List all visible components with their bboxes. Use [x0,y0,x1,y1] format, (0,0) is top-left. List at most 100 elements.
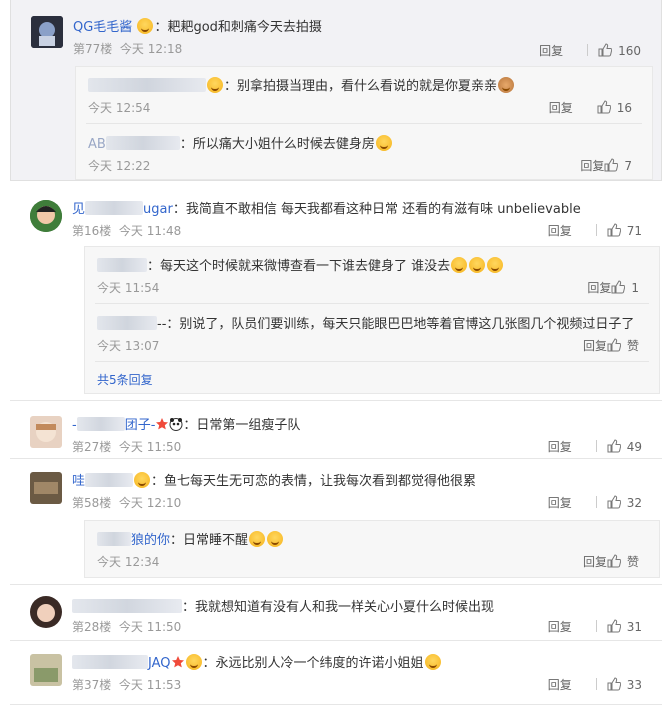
comment-actions: 回复 32 [548,494,642,511]
like-count: 71 [626,224,642,238]
comment-line: - 团子- ：日常第一组瘦子队 [72,414,300,433]
reply-time: 今天 12:22 [88,159,151,173]
comment-meta: 第27楼 今天 11:50 [72,438,181,455]
reply-text: ：日常睡不醒 [170,533,249,548]
thumbs-up-icon[interactable] [604,158,619,172]
thumbs-up-icon[interactable] [607,619,621,633]
like-count: 160 [618,44,641,58]
dog-emoji-icon [498,77,515,93]
avatar[interactable] [30,472,62,504]
thumbs-up-icon[interactable] [598,43,613,57]
reply-button[interactable]: 回复 [548,224,572,238]
timestamp: 今天 12:10 [118,496,182,510]
reply-actions: 回复 16 [549,99,632,116]
thumbs-up-icon[interactable] [611,280,626,294]
floor-number: 第27楼 [72,440,112,454]
username[interactable]: 狼的你 [131,533,170,548]
reply-time: 今天 13:07 [97,339,160,353]
like-count: 1 [631,281,639,295]
divider [595,440,597,452]
reply-button[interactable]: 回复 [548,678,572,692]
blurred-username [72,655,148,669]
panda-emoji-icon [169,418,183,431]
reply-button[interactable]: 回复 [548,620,572,634]
username-tail[interactable]: ugar [143,202,173,217]
comment-text: ：我就想知道有没有人和我一样关心小夏什么时候出现 [182,600,495,615]
reply-button[interactable]: 回复 [583,555,607,569]
comment-actions: 回复 49 [548,438,642,455]
floor-number: 第16楼 [72,224,112,238]
username-tail[interactable]: 团子- [125,418,156,433]
avatar[interactable] [30,654,62,686]
comment-actions: 回复 71 [548,222,642,239]
floor-number: 第58楼 [72,496,112,510]
laugh-cry-emoji-icon [267,531,284,547]
comment-item: 见 ugar：我简直不敢相信 每天我都看这种日常 还看的有滋有味 unbeliev… [10,190,662,401]
reply-text: --：别说了，队员们要训练，每天只能眼巴巴地等着官博这几张图几个视频过日子了 [157,317,635,332]
reply-actions: 回复 赞 [583,337,639,354]
reply-button[interactable]: 回复 [539,44,563,58]
comment-actions: 回复 31 [548,618,642,635]
avatar[interactable] [30,200,62,232]
comment-meta: 第16楼 今天 11:48 [72,222,181,239]
comment-item: 哇 ：鱼七每天生无可恋的表情，让我每次看到都觉得他很累 第58楼 今天 12:10… [10,460,662,585]
star-badge-icon [171,656,184,668]
avatar[interactable] [30,416,62,448]
avatar[interactable] [31,16,63,48]
like-count: 赞 [626,339,639,353]
like-count: 31 [626,620,642,634]
reply-line: AB ：所以痛大小姐什么时候去健身房 [88,133,393,152]
timestamp: 今天 11:50 [118,620,182,634]
thumbs-up-icon[interactable] [607,338,621,352]
reply-button[interactable]: 回复 [548,496,572,510]
username[interactable]: QG毛毛酱 [73,20,132,35]
thumbs-up-icon[interactable] [607,677,621,691]
reply-actions: 回复 1 [587,279,639,296]
like-count: 7 [624,159,632,173]
more-replies-link[interactable]: 共5条回复 [97,371,153,388]
like-count: 32 [626,496,642,510]
avatar[interactable] [30,596,62,628]
username[interactable]: 哇 [72,474,85,489]
blurred-username [88,78,206,92]
comment-text: ：耙耙god和刺痛今天去拍摄 [154,20,322,35]
comment-line: ：我就想知道有没有人和我一样关心小夏什么时候出现 [72,596,494,615]
blurred-username [85,201,144,215]
thumbs-up-icon[interactable] [607,495,621,509]
reply-time: 今天 12:54 [88,101,151,115]
reply-button[interactable]: 回复 [587,281,611,295]
thumbs-up-icon[interactable] [607,223,621,237]
reply-line: ：别拿拍摄当理由，看什么看说的就是你夏亲亲 [88,75,515,94]
emoji-icon [207,77,223,93]
timestamp: 今天 11:50 [118,440,182,454]
reply-time: 今天 11:54 [97,281,160,295]
username[interactable]: JAQ [148,656,171,671]
divider [595,496,597,508]
thumbs-up-icon[interactable] [607,439,621,453]
reply-button[interactable]: 回复 [549,101,573,115]
reply-list: ：每天这个时候就来微博查看一下谁去健身了 谁没去 今天 11:54 回复 1 --… [84,246,660,394]
emoji-icon [137,18,154,34]
floor-number: 第28楼 [72,620,112,634]
comment-item: - 团子- ：日常第一组瘦子队 第27楼 今天 11:50 回复 49 [10,402,662,459]
comment-meta: 第77楼 今天 12:18 [73,40,182,57]
comment-line: JAQ ：永远比别人冷一个纬度的许诺小姐姐 [72,652,442,671]
floor-number: 第37楼 [72,678,112,692]
timestamp: 今天 12:18 [119,42,183,56]
laugh-cry-emoji-icon [451,257,468,273]
divider [595,620,597,632]
reply-button[interactable]: 回复 [583,339,607,353]
thumbs-up-icon[interactable] [607,554,621,568]
username[interactable]: 见 [72,202,85,217]
reply-button[interactable]: 回复 [580,159,604,173]
blurred-username [72,599,182,613]
laugh-cry-emoji-icon [249,531,266,547]
comment-line: QG毛毛酱 ：耙耙god和刺痛今天去拍摄 [73,16,322,35]
reply-text: ：每天这个时候就来微博查看一下谁去健身了 谁没去 [147,259,451,274]
reply-line: --：别说了，队员们要训练，每天只能眼巴巴地等着官博这几张图几个视频过日子了 [97,313,634,332]
username[interactable]: - [72,418,77,433]
username[interactable]: AB [88,137,106,152]
reply-button[interactable]: 回复 [548,440,572,454]
thumbs-up-icon[interactable] [597,100,611,114]
reply-time: 今天 12:34 [97,555,160,569]
